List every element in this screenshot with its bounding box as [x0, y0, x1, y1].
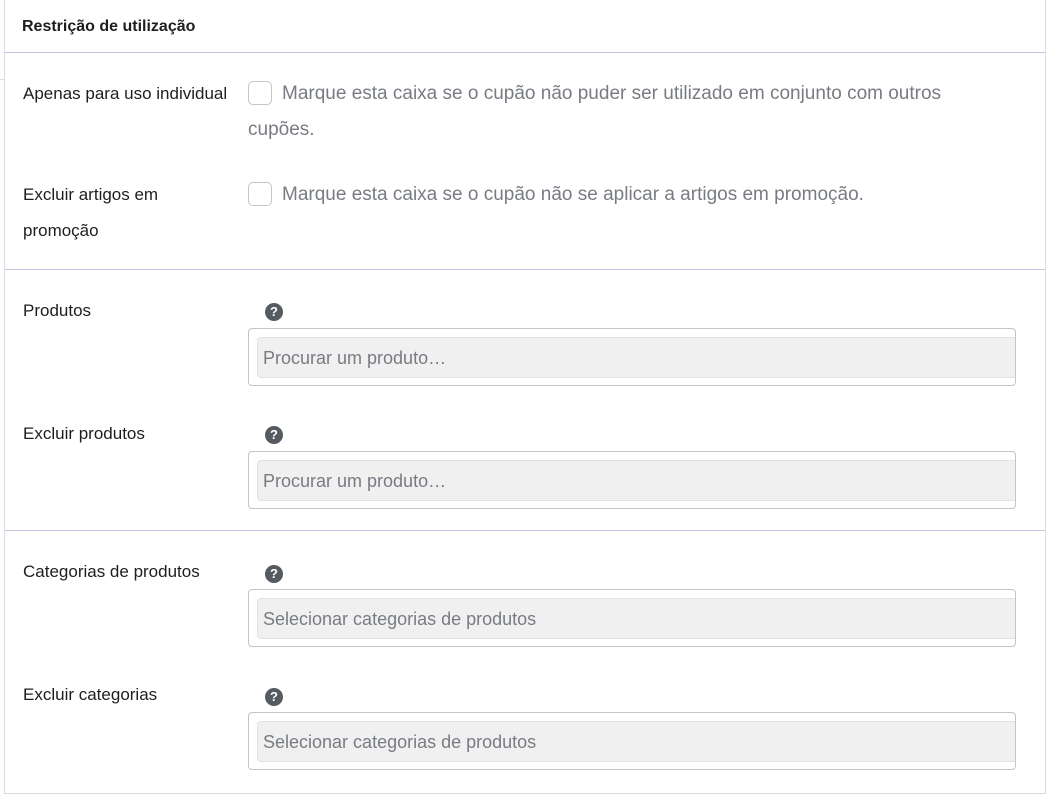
individual-use-description-cont: cupões. [248, 119, 315, 140]
product-categories-select[interactable]: Selecionar categorias de produtos [248, 589, 1016, 647]
products-search-field[interactable]: Procurar um produto… [257, 337, 1015, 378]
individual-use-checkbox[interactable] [248, 81, 272, 105]
question-circle-icon[interactable]: ? [265, 426, 283, 444]
products-placeholder: Procurar um produto… [263, 348, 447, 368]
exclude-products-placeholder: Procurar um produto… [263, 471, 447, 491]
individual-use-description: Marque esta caixa se o cupão não puder s… [282, 83, 942, 104]
exclude-categories-select[interactable]: Selecionar categorias de produtos [248, 712, 1016, 770]
usage-restriction-panel: Restrição de utilização Apenas para uso … [4, 0, 1046, 794]
section-divider [5, 269, 1045, 270]
section-divider [5, 530, 1045, 531]
panel-header: Restrição de utilização [5, 0, 1045, 53]
exclude-categories-placeholder: Selecionar categorias de produtos [263, 732, 537, 752]
question-circle-icon[interactable]: ? [265, 688, 283, 706]
product-categories-placeholder: Selecionar categorias de produtos [263, 609, 537, 629]
question-circle-icon[interactable]: ? [265, 303, 283, 321]
product-categories-search-field[interactable]: Selecionar categorias de produtos [257, 598, 1015, 639]
panel-edge [0, 53, 4, 80]
individual-use-label: Apenas para uso individual [23, 84, 228, 103]
panel-title: Restrição de utilização [22, 18, 196, 35]
exclude-sale-label-cont: promoção [23, 221, 99, 240]
products-label: Produtos [23, 301, 92, 320]
exclude-categories-label: Excluir categorias [23, 685, 158, 704]
exclude-categories-search-field[interactable]: Selecionar categorias de produtos [257, 721, 1015, 762]
exclude-products-search-field[interactable]: Procurar um produto… [257, 460, 1015, 501]
exclude-products-select[interactable]: Procurar um produto… [248, 451, 1016, 509]
exclude-sale-label: Excluir artigos em [23, 185, 159, 204]
exclude-sale-description: Marque esta caixa se o cupão não se apli… [282, 184, 864, 205]
product-categories-label: Categorias de produtos [23, 562, 200, 581]
exclude-sale-checkbox[interactable] [248, 182, 272, 206]
question-circle-icon[interactable]: ? [265, 565, 283, 583]
exclude-products-label: Excluir produtos [23, 424, 145, 443]
products-select[interactable]: Procurar um produto… [248, 328, 1016, 386]
